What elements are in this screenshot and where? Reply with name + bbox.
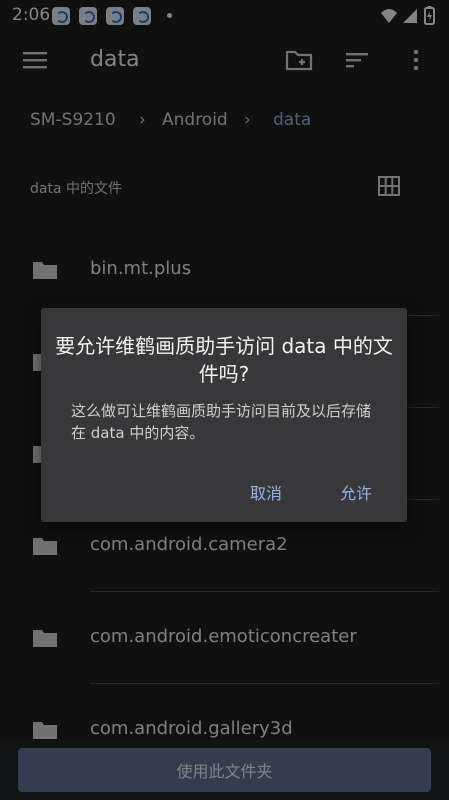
permission-dialog: 要允许维鹤画质助手访问 data 中的文件吗? 这么做可让维鹤画质助手访问目前及… <box>41 308 407 522</box>
dialog-title: 要允许维鹤画质助手访问 data 中的文件吗? <box>55 334 393 386</box>
cancel-button[interactable]: 取消 <box>250 480 282 504</box>
allow-button[interactable]: 允许 <box>340 480 372 504</box>
dialog-message: 这么做可让维鹤画质助手访问目前及以后存储在 data 中的内容。 <box>71 402 372 442</box>
